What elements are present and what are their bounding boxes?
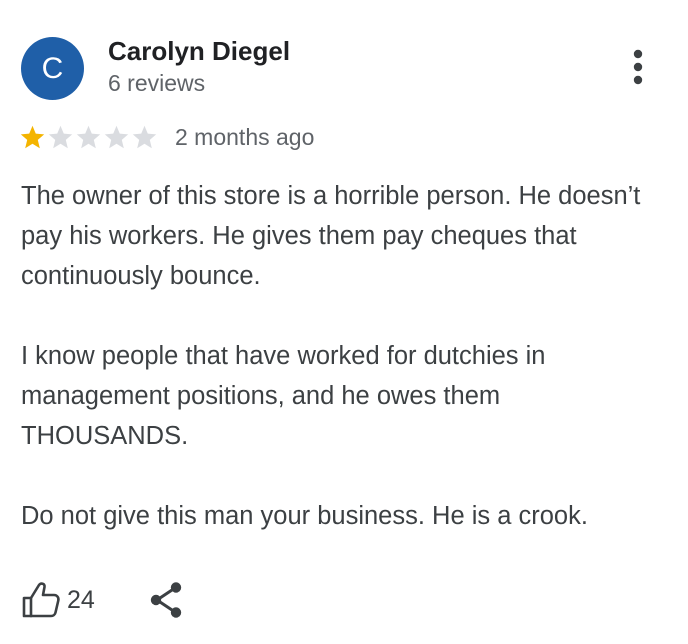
star-empty-icon [76,125,101,148]
more-vert-icon [633,49,643,85]
avatar-initial: C [41,52,64,85]
star-rating [19,124,159,151]
like-button[interactable]: 24 [21,581,95,619]
share-button[interactable] [149,581,183,619]
reviewer-name[interactable]: Carolyn Diegel [108,36,290,67]
review-paragraph: I know people that have worked for dutch… [21,342,546,450]
like-count: 24 [67,585,95,614]
thumbs-up-icon [22,582,60,618]
rating-row: 2 months ago [19,122,314,152]
review-actions: 24 [21,580,183,620]
share-icon [150,582,182,618]
more-options-button[interactable] [622,46,654,90]
reviewer-review-count: 6 reviews [108,70,206,96]
avatar[interactable]: C [21,37,84,100]
review-paragraph: The owner of this store is a horrible pe… [21,182,641,290]
star-filled-icon [20,125,45,148]
review-date: 2 months ago [175,123,315,150]
review-card: C Carolyn Diegel 6 reviews 2 months ago … [0,0,688,644]
star-empty-icon [132,125,157,148]
review-paragraph: Do not give this man your business. He i… [21,502,588,530]
star-empty-icon [104,125,129,148]
review-text: The owner of this store is a horrible pe… [21,176,671,536]
star-empty-icon [48,125,73,148]
